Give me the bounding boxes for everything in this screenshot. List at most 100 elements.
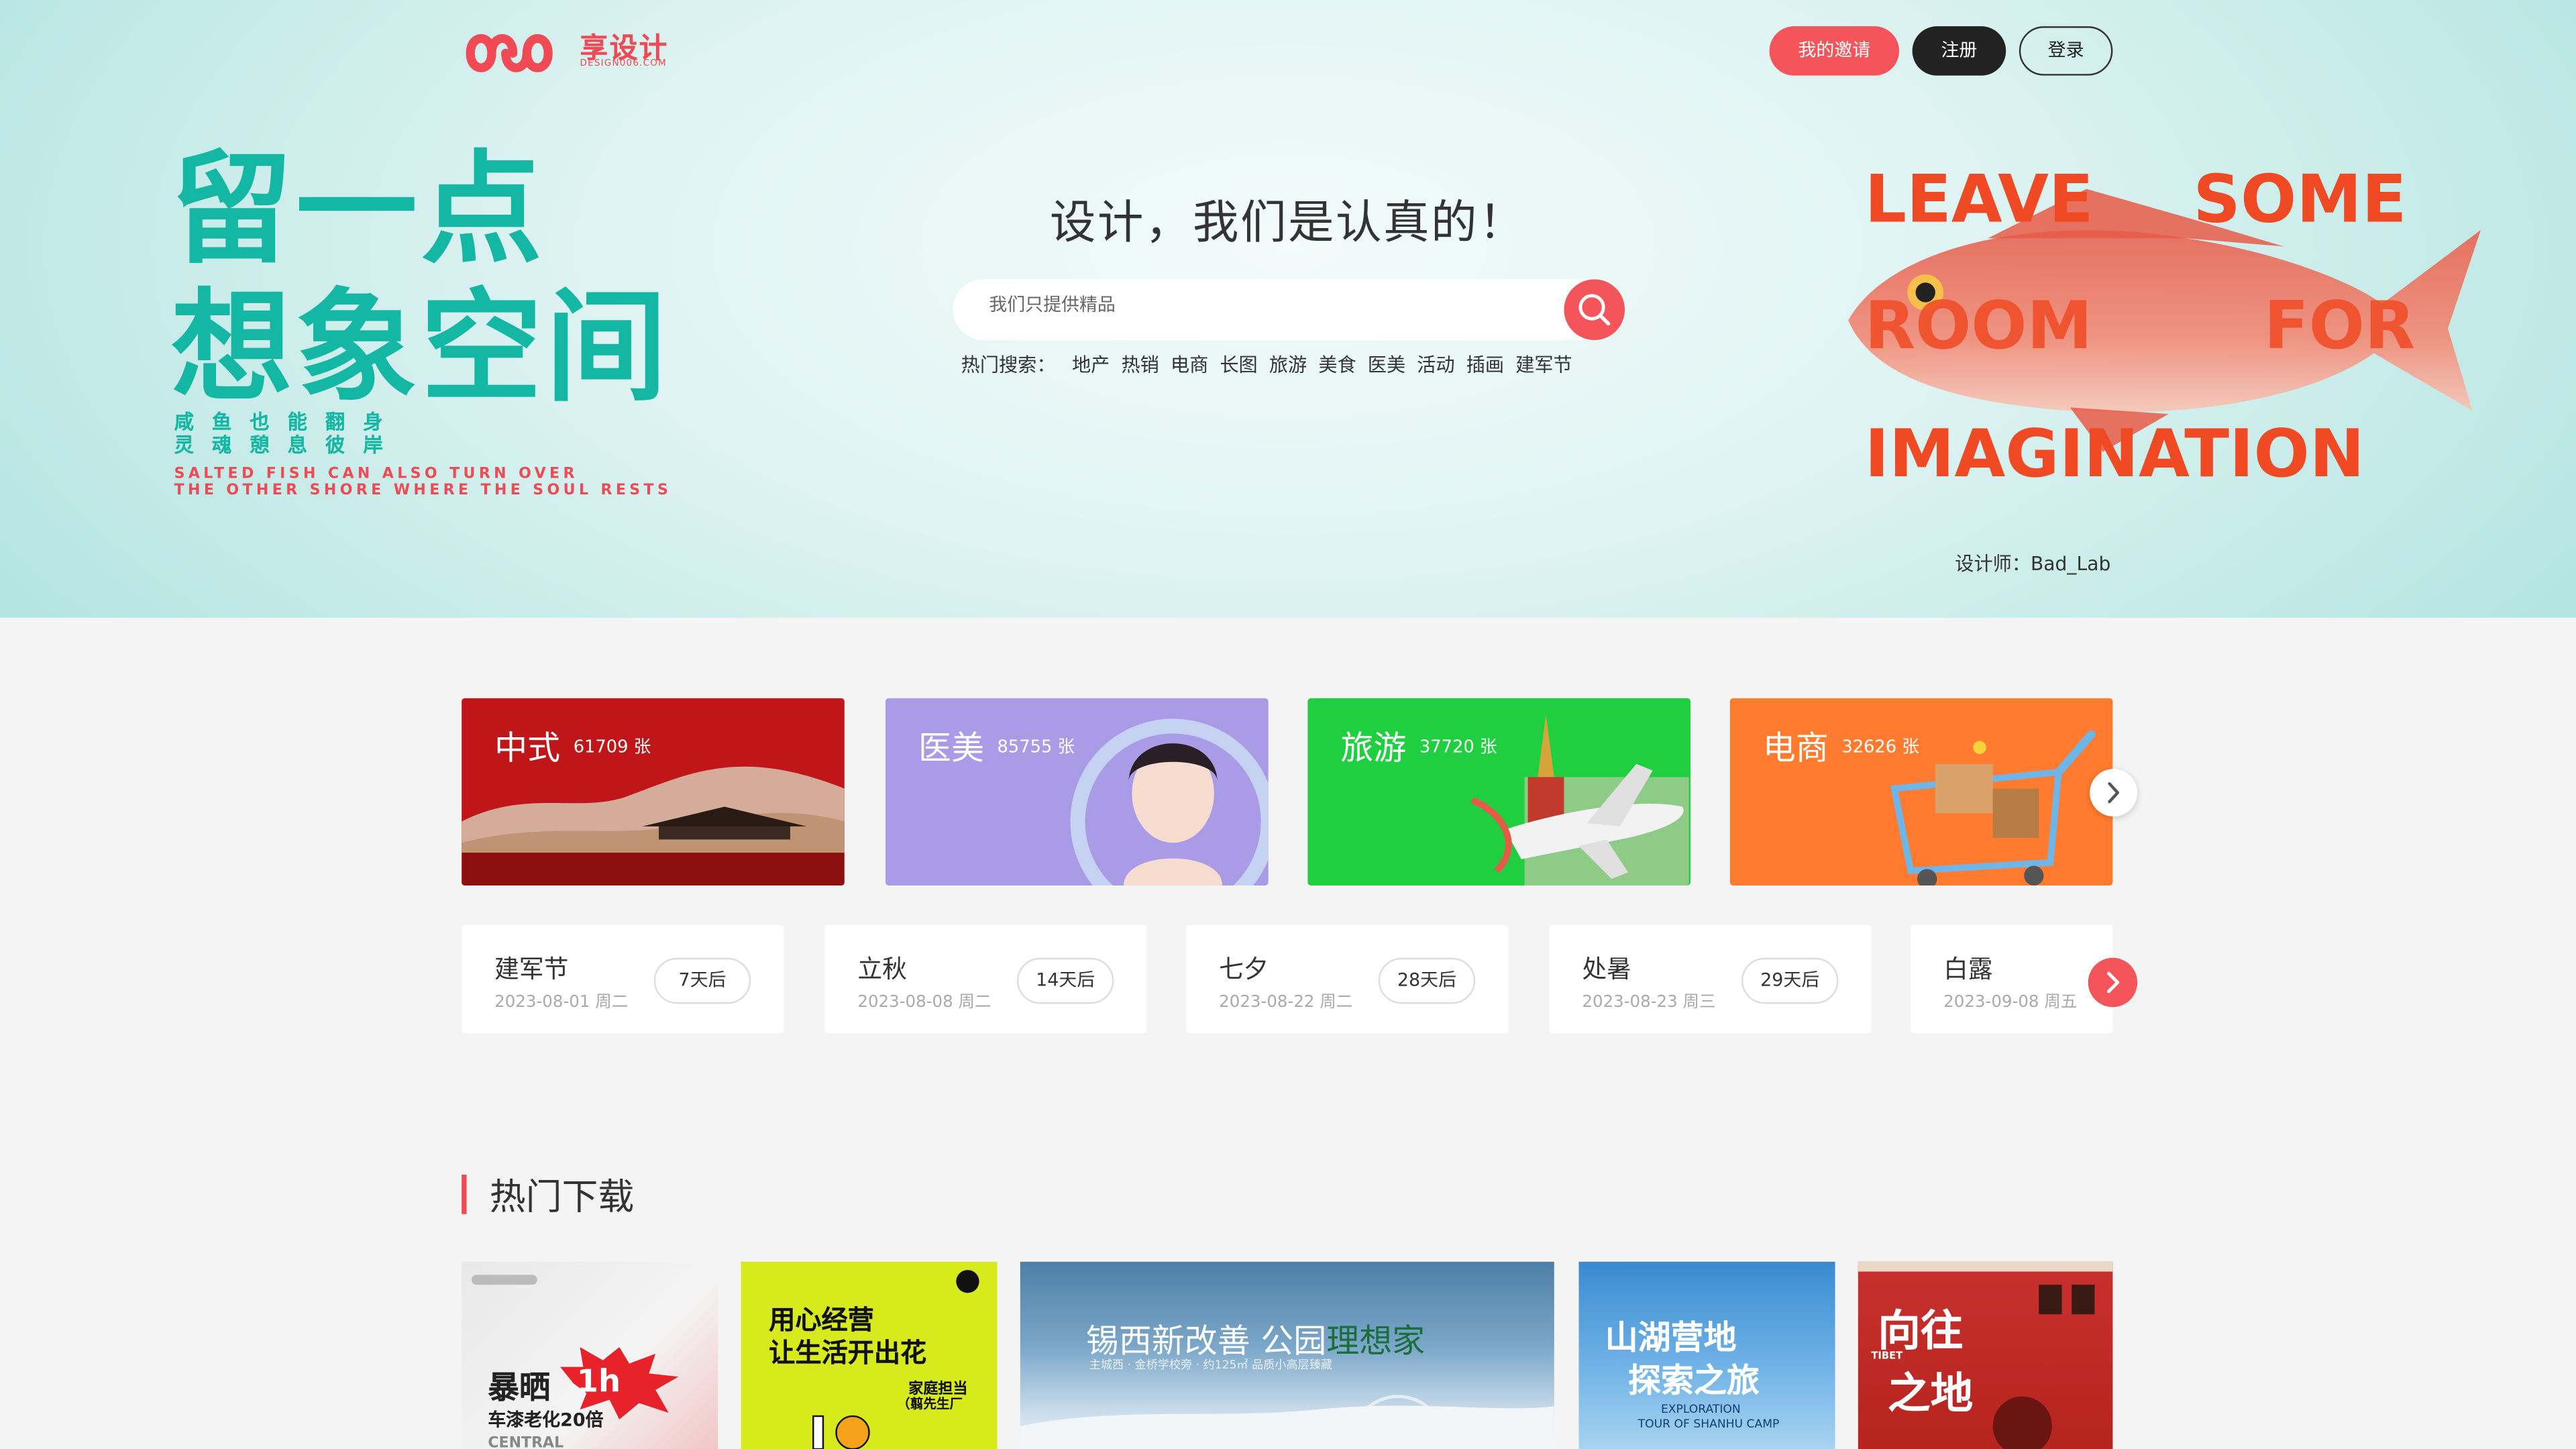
flower-illustration-icon [812,1415,870,1449]
hot-term-link[interactable]: 热销 [1121,354,1159,376]
login-button[interactable]: 登录 [2019,26,2113,76]
thumbnail-caption: TOUR OF SHANHU CAMP [1638,1417,1780,1432]
category-card-ecommerce[interactable]: 电商 32626 张 [1729,698,2113,886]
thumbnail-headline: 暴晒 [488,1370,551,1407]
category-name: 中式 [494,727,561,767]
hot-term-link[interactable]: 活动 [1417,354,1454,376]
headline-text: 锡西新改善 公园 [1085,1320,1327,1360]
city-skyline-icon [1020,1395,1554,1449]
category-name: 电商 [1762,727,1829,767]
thumbnail-headline-2: 让生活开出花 [769,1337,927,1369]
thumbnail-caption: （翦先生厂 [897,1396,963,1411]
my-invite-button[interactable]: 我的邀请 [1769,26,1900,76]
thumbnail-headline: 锡西新改善 公园理想家 [1086,1314,1425,1362]
logo-subtext: DESIGN006.COM [580,59,667,69]
search-input[interactable] [989,294,1548,316]
tagline: 设计，我们是认真的！ [1049,195,1527,250]
holiday-countdown-badge: 7天后 [653,957,751,1004]
holiday-date: 2023-08-23 周三 [1582,994,1716,1012]
category-count: 37720 张 [1419,737,1497,757]
thumbnail-subtext: 车漆老化20倍 [488,1409,604,1432]
search-box [953,279,1623,340]
slogan-en-line-2: THE OTHER SHORE WHERE THE SOUL RESTS [174,483,672,500]
fish-poster-art: LEAVE SOME ROOM FOR IMAGINATION [1848,162,2481,492]
hot-term-link[interactable]: 美食 [1318,354,1356,376]
chevron-right-icon [2106,971,2120,994]
category-count: 85755 张 [997,737,1075,757]
search-button[interactable] [1564,279,1625,340]
download-thumbnail[interactable]: 锡西新改善 公园理想家 主城西 · 金桥学校旁 · 约125㎡ 品质小高层臻藏 [1020,1261,1554,1449]
hot-term-link[interactable]: 地产 [1072,354,1110,376]
category-name: 旅游 [1340,727,1407,767]
thumbnail-headline: 向往 [1878,1307,1964,1357]
svg-text:LEAVE: LEAVE [1865,162,2094,238]
download-thumbnail[interactable]: 山湖营地 探索之旅 EXPLORATION TOUR OF SHANHU CAM… [1578,1261,1835,1449]
thumbnail-badge: 1h [576,1363,621,1400]
holiday-next-button[interactable] [2088,957,2138,1008]
chevron-right-icon [2108,782,2119,804]
holiday-card[interactable]: 七夕 2023-08-22 周二 28天后 [1186,924,1509,1034]
section-title-hot-downloads: 热门下载 [489,1177,635,1220]
hot-term-link[interactable]: 插画 [1466,354,1504,376]
holiday-date: 2023-09-08 周五 [1943,994,2078,1012]
slogan-art: 留一点 想象空间 [170,140,671,419]
brand-logo-icon [956,1270,979,1293]
thumbnail-headline-2: 探索之旅 [1627,1360,1760,1400]
hot-search-bar: 热门搜索： 地产 热销 电商 长图 旅游 美食 医美 活动 插画 建军节 [961,352,1584,378]
holiday-card[interactable]: 立秋 2023-08-08 周二 14天后 [824,924,1147,1034]
download-thumbnail[interactable]: 暴晒 1h 车漆老化20倍 CENTRAL [462,1261,718,1449]
hot-term-link[interactable]: 长图 [1220,354,1257,376]
thumbnail-headline: 山湖营地 [1605,1318,1737,1357]
holiday-countdown-badge: 29天后 [1741,957,1839,1004]
hero-banner: 享设计 DESIGN006.COM 我的邀请 注册 登录 留一点 想象空间 咸鱼… [0,0,2576,618]
slogan-line-2: 想象空间 [170,277,671,419]
slogan-small-line-1: 咸鱼也能翻身 [174,411,401,434]
category-count: 32626 张 [1841,737,1920,757]
svg-text:IMAGINATION: IMAGINATION [1865,416,2365,492]
download-thumbnail[interactable]: 用心经营 让生活开出花 家庭担当 （翦先生厂 [741,1261,998,1449]
hot-search-label: 热门搜索： [961,353,1056,376]
holiday-card[interactable]: 处暑 2023-08-23 周三 29天后 [1549,924,1872,1034]
holiday-name: 处暑 [1582,954,1631,984]
category-card-travel[interactable]: 旅游 37720 张 [1307,698,1691,886]
category-next-button[interactable] [2090,769,2138,817]
brand-logo-mark [471,1275,537,1285]
headline-highlight: 理想家 [1326,1320,1426,1360]
hot-term-link[interactable]: 建军节 [1515,354,1572,376]
designer-credit: 设计师：Bad_Lab [1955,551,2111,576]
holiday-card[interactable]: 建军节 2023-08-01 周二 7天后 [462,924,784,1034]
holiday-name: 立秋 [857,954,907,984]
holiday-date: 2023-08-01 周二 [494,994,629,1012]
svg-text:ROOM: ROOM [1865,288,2092,364]
download-thumbnail[interactable]: 向往 之地 TIBET [1858,1261,2113,1449]
slogan-en-line-1: SALTED FISH CAN ALSO TURN OVER [174,466,578,484]
holiday-name: 七夕 [1219,954,1269,984]
section-accent-bar [462,1175,467,1214]
holiday-countdown-badge: 14天后 [1016,957,1114,1004]
search-icon [1578,294,1611,326]
svg-text:SOME: SOME [2193,162,2406,238]
slogan-small-line-2: 灵魂憩息彼岸 [174,433,401,457]
category-card-medical-beauty[interactable]: 医美 85755 张 [885,698,1269,886]
slogan-english-text: SALTED FISH CAN ALSO TURN OVER THE OTHER… [174,467,672,500]
hot-term-link[interactable]: 电商 [1171,354,1208,376]
holiday-name: 白露 [1943,954,1993,984]
thumbnail-caption: CENTRAL [488,1436,564,1449]
slogan-line-1: 留一点 [170,140,546,281]
holiday-countdown-badge: 28天后 [1378,957,1476,1004]
holiday-card[interactable]: 白露 2023-09-08 周五 [1911,924,2113,1034]
category-card-chinese[interactable]: 中式 61709 张 [462,698,845,886]
thumbnail-subtext: EXPLORATION [1660,1403,1741,1417]
category-name: 医美 [918,727,984,767]
svg-text:FOR: FOR [2264,288,2416,364]
thumbnail-subtext: 主城西 · 金桥学校旁 · 约125㎡ 品质小高层臻藏 [1089,1358,1332,1372]
holiday-date: 2023-08-22 周二 [1219,994,1353,1012]
hot-term-link[interactable]: 旅游 [1269,354,1307,376]
slogan-small-text: 咸鱼也能翻身 灵魂憩息彼岸 [174,411,401,457]
hot-term-link[interactable]: 医美 [1368,354,1405,376]
holiday-name: 建军节 [494,954,569,984]
category-count: 61709 张 [573,737,651,757]
holiday-date: 2023-08-08 周二 [857,994,991,1012]
register-button[interactable]: 注册 [1912,26,2006,76]
thumbnail-tag: TIBET [1871,1350,1903,1362]
